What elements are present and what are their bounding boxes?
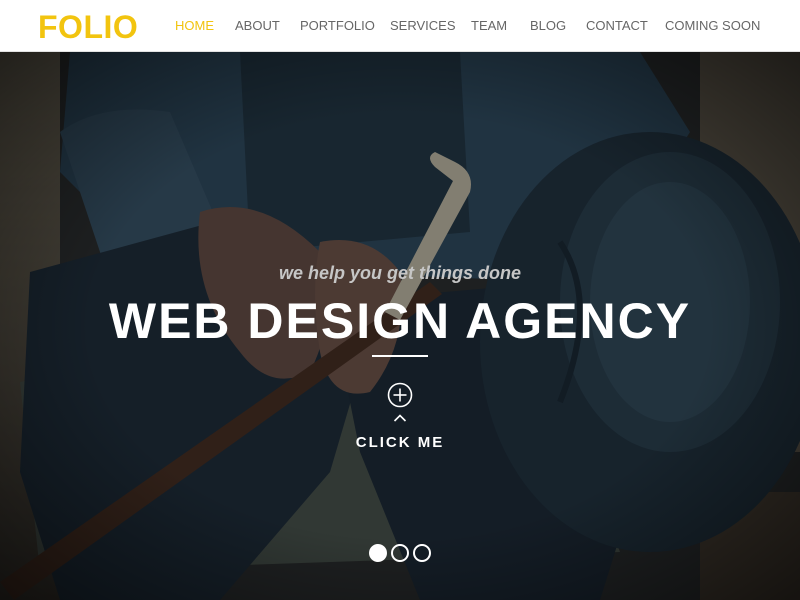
nav-item-contact[interactable]: CONTACT <box>586 18 648 34</box>
slider-dot-1[interactable] <box>369 544 387 562</box>
nav-item-about[interactable]: ABOUT <box>235 18 280 34</box>
nav-item-services[interactable]: SERVICES <box>390 18 456 34</box>
slider-dot-3[interactable] <box>413 544 431 562</box>
hero-slider: we help you get things done WEB DESIGN A… <box>0 52 800 600</box>
navbar: FOLIO HOME ABOUT PORTFOLIO SERVICES TEAM… <box>0 0 800 52</box>
slider-dot-2[interactable] <box>391 544 409 562</box>
hero-tagline: we help you get things done <box>278 263 521 283</box>
nav-item-home[interactable]: HOME <box>175 18 214 34</box>
chevron-up-icon <box>393 414 407 422</box>
hero-divider <box>372 355 428 357</box>
nav-item-team[interactable]: TEAM <box>471 18 507 34</box>
slider-pagination <box>369 544 433 562</box>
hero-headline: WEB DESIGN AGENCY <box>108 293 692 349</box>
nav-item-coming-soon[interactable]: COMING SOON <box>665 18 760 34</box>
nav-item-blog[interactable]: BLOG <box>530 18 566 34</box>
nav-item-portfolio[interactable]: PORTFOLIO <box>300 18 375 34</box>
page: FOLIO HOME ABOUT PORTFOLIO SERVICES TEAM… <box>0 0 800 600</box>
cta-click-me[interactable]: CLICK ME <box>0 434 800 452</box>
plus-circle-icon[interactable] <box>387 382 413 408</box>
logo[interactable]: FOLIO <box>38 9 138 45</box>
